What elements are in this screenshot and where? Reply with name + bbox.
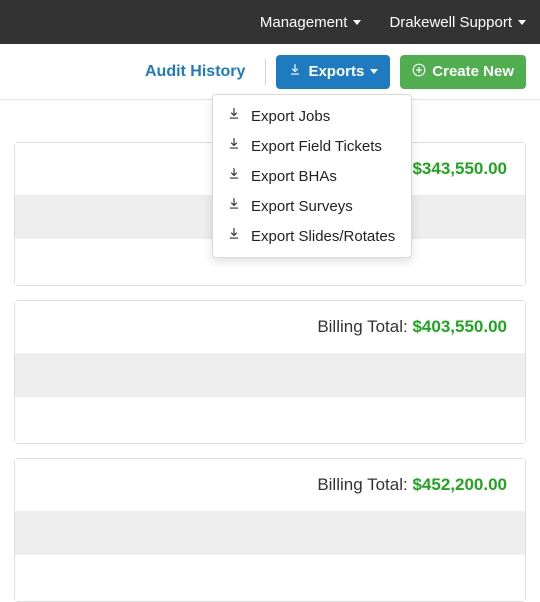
- card-body: [15, 555, 525, 601]
- export-slides-rotates-item[interactable]: Export Slides/Rotates: [213, 221, 411, 251]
- download-icon: [227, 227, 241, 245]
- caret-down-icon: [518, 20, 526, 25]
- export-jobs-item[interactable]: Export Jobs: [213, 101, 411, 131]
- card-header: Billing Total: $403,550.00: [15, 301, 525, 353]
- exports-dropdown: Export Jobs Export Field Tickets Export …: [212, 94, 412, 258]
- billing-total-label: Billing Total:: [317, 317, 407, 336]
- export-surveys-item[interactable]: Export Surveys: [213, 191, 411, 221]
- nav-management-label: Management: [260, 14, 348, 31]
- nav-support[interactable]: Drakewell Support: [389, 14, 526, 31]
- card-body: [15, 397, 525, 443]
- billing-total-value: $403,550.00: [412, 317, 507, 336]
- exports-button-label: Exports: [308, 63, 364, 80]
- plus-circle-icon: [412, 63, 426, 81]
- dropdown-item-label: Export Jobs: [251, 108, 330, 125]
- dropdown-item-label: Export Field Tickets: [251, 138, 382, 155]
- export-bhas-item[interactable]: Export BHAs: [213, 161, 411, 191]
- nav-management[interactable]: Management: [260, 14, 362, 31]
- audit-history-link[interactable]: Audit History: [135, 63, 255, 81]
- card-header: Billing Total: $452,200.00: [15, 459, 525, 511]
- create-new-button[interactable]: Create New: [400, 55, 526, 89]
- divider: [265, 59, 266, 85]
- billing-card: Billing Total: $452,200.00: [14, 458, 526, 602]
- dropdown-item-label: Export BHAs: [251, 168, 337, 185]
- download-icon: [227, 107, 241, 125]
- dropdown-item-label: Export Surveys: [251, 198, 353, 215]
- billing-total-value: $452,200.00: [412, 475, 507, 494]
- create-new-button-label: Create New: [432, 63, 514, 80]
- nav-support-label: Drakewell Support: [389, 14, 512, 31]
- caret-down-icon: [353, 20, 361, 25]
- card-subheader: [15, 353, 525, 397]
- billing-total-label: Billing Total:: [317, 475, 407, 494]
- billing-total-value: $343,550.00: [412, 159, 507, 178]
- download-icon: [288, 63, 302, 81]
- topbar: Management Drakewell Support: [0, 0, 540, 44]
- billing-card: Billing Total: $403,550.00: [14, 300, 526, 444]
- toolbar: Audit History Exports Create New: [0, 44, 540, 100]
- export-field-tickets-item[interactable]: Export Field Tickets: [213, 131, 411, 161]
- card-subheader: [15, 511, 525, 555]
- dropdown-item-label: Export Slides/Rotates: [251, 228, 395, 245]
- download-icon: [227, 167, 241, 185]
- caret-down-icon: [370, 69, 378, 74]
- download-icon: [227, 137, 241, 155]
- download-icon: [227, 197, 241, 215]
- exports-button[interactable]: Exports: [276, 55, 390, 89]
